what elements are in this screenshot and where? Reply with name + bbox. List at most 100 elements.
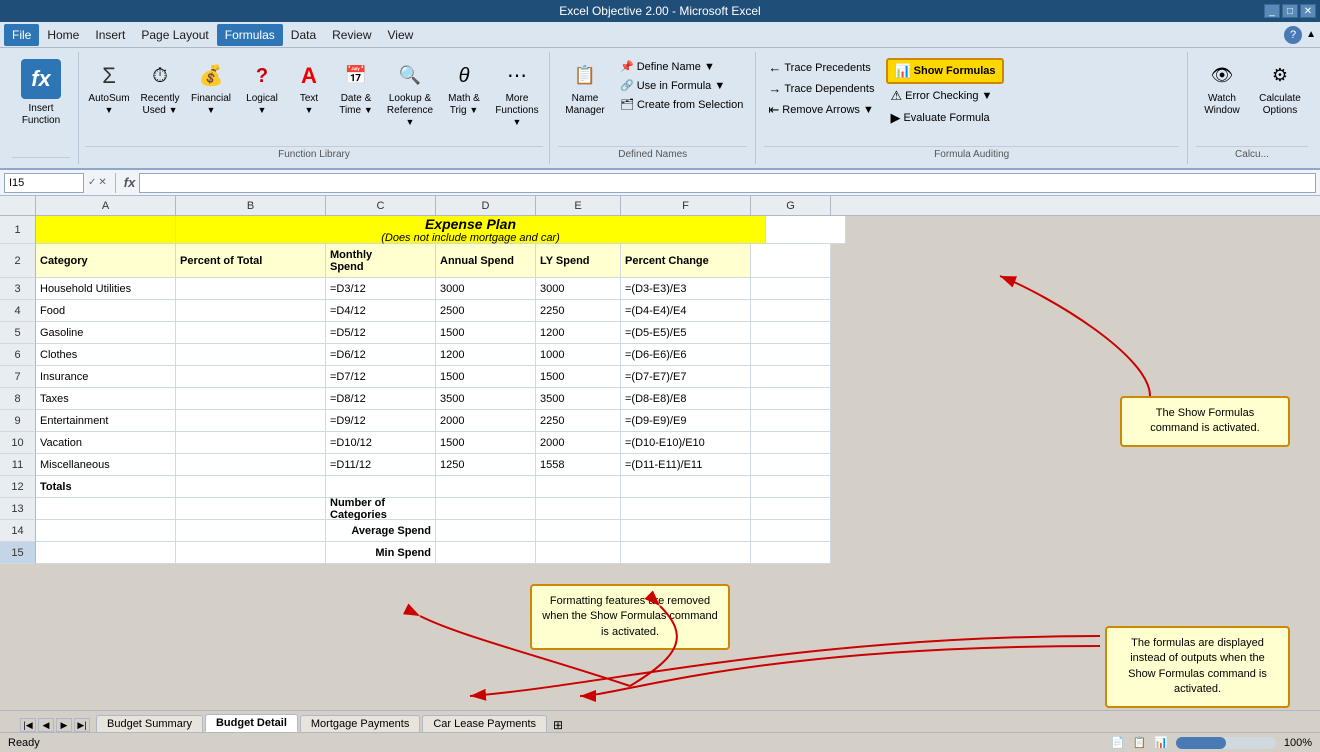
cell-d14[interactable]	[436, 520, 536, 542]
show-formulas-button[interactable]: 📊Show Formulas	[886, 58, 1003, 84]
cell-f12[interactable]	[621, 476, 751, 498]
cell-b3[interactable]	[176, 278, 326, 300]
sheet-tab-budget-summary[interactable]: Budget Summary	[96, 715, 203, 732]
cell-g1[interactable]	[766, 216, 846, 244]
row-header-4[interactable]: 4	[0, 300, 36, 322]
row-header-7[interactable]: 7	[0, 366, 36, 388]
tab-next-button[interactable]: ▶	[56, 718, 72, 732]
cell-c7[interactable]: =D7/12	[326, 366, 436, 388]
cell-g12[interactable]	[751, 476, 831, 498]
remove-arrows-button[interactable]: ⇤Remove Arrows ▼	[764, 100, 878, 120]
cell-e3[interactable]: 3000	[536, 278, 621, 300]
cell-e9[interactable]: 2250	[536, 410, 621, 432]
cell-c14[interactable]: Average Spend	[326, 520, 436, 542]
lookup-reference-button[interactable]: 🔍 Lookup &Reference ▼	[383, 56, 437, 132]
cell-f14[interactable]	[621, 520, 751, 542]
row-header-9[interactable]: 9	[0, 410, 36, 432]
watch-window-button[interactable]: 👁 WatchWindow	[1196, 56, 1248, 120]
cell-f4[interactable]: =(D4-E4)/E4	[621, 300, 751, 322]
date-time-button[interactable]: 📅 Date &Time ▼	[332, 56, 380, 120]
row-header-12[interactable]: 12	[0, 476, 36, 498]
menu-formulas[interactable]: Formulas	[217, 24, 283, 46]
row-header-6[interactable]: 6	[0, 344, 36, 366]
financial-button[interactable]: 💰 Financial▼	[187, 56, 235, 120]
cell-a8[interactable]: Taxes	[36, 388, 176, 410]
cell-c9[interactable]: =D9/12	[326, 410, 436, 432]
cell-c8[interactable]: =D8/12	[326, 388, 436, 410]
menu-home[interactable]: Home	[39, 24, 87, 46]
menu-review[interactable]: Review	[324, 24, 379, 46]
text-button[interactable]: A Text▼	[289, 56, 329, 120]
cell-b15[interactable]	[176, 542, 326, 564]
row-header-15[interactable]: 15	[0, 542, 36, 564]
cell-g9[interactable]	[751, 410, 831, 432]
evaluate-formula-button[interactable]: ▶Evaluate Formula	[886, 108, 1003, 128]
cell-e5[interactable]: 1200	[536, 322, 621, 344]
cell-a12[interactable]: Totals	[36, 476, 176, 498]
insert-sheet-button[interactable]: ⊞	[553, 718, 563, 732]
cell-b6[interactable]	[176, 344, 326, 366]
cell-f6[interactable]: =(D6-E6)/E6	[621, 344, 751, 366]
cell-g15[interactable]	[751, 542, 831, 564]
cell-b9[interactable]	[176, 410, 326, 432]
cell-b12[interactable]	[176, 476, 326, 498]
cell-a5[interactable]: Gasoline	[36, 322, 176, 344]
minimize-ribbon-icon[interactable]: ▲	[1306, 29, 1316, 40]
cell-g8[interactable]	[751, 388, 831, 410]
formula-input[interactable]	[139, 173, 1316, 193]
cell-c10[interactable]: =D10/12	[326, 432, 436, 454]
autosum-button[interactable]: Σ AutoSum▼	[85, 56, 133, 120]
check-icon[interactable]: ✓	[88, 177, 96, 188]
cell-d5[interactable]: 1500	[436, 322, 536, 344]
cell-c15[interactable]: Min Spend	[326, 542, 436, 564]
cell-a1[interactable]	[36, 216, 176, 244]
cell-f2[interactable]: Percent Change	[621, 244, 751, 278]
view-normal-button[interactable]: 📄	[1111, 736, 1125, 749]
cell-b8[interactable]	[176, 388, 326, 410]
create-from-selection-button[interactable]: 🗂Create from Selection	[616, 96, 747, 113]
cell-e15[interactable]	[536, 542, 621, 564]
cell-b1[interactable]: Expense Plan (Does not include mortgage …	[176, 216, 766, 244]
row-header-8[interactable]: 8	[0, 388, 36, 410]
close-button[interactable]: ✕	[1300, 4, 1316, 18]
col-header-c[interactable]: C	[326, 196, 436, 215]
cell-a15[interactable]	[36, 542, 176, 564]
col-header-b[interactable]: B	[176, 196, 326, 215]
cell-c4[interactable]: =D4/12	[326, 300, 436, 322]
cell-g14[interactable]	[751, 520, 831, 542]
cell-g6[interactable]	[751, 344, 831, 366]
sheet-tab-budget-detail[interactable]: Budget Detail	[205, 714, 298, 732]
use-in-formula-button[interactable]: 🔗Use in Formula ▼	[616, 77, 747, 94]
cell-a9[interactable]: Entertainment	[36, 410, 176, 432]
cell-c13[interactable]: Number of Categories	[326, 498, 436, 520]
calculate-options-button[interactable]: ⚙ CalculateOptions	[1252, 56, 1308, 120]
row-header-5[interactable]: 5	[0, 322, 36, 344]
sheet-tab-car-lease[interactable]: Car Lease Payments	[422, 715, 547, 732]
cell-d15[interactable]	[436, 542, 536, 564]
define-name-button[interactable]: 📌Define Name ▼	[616, 58, 747, 75]
help-icon[interactable]: ?	[1284, 26, 1302, 44]
view-page-break-button[interactable]: 📊	[1154, 736, 1168, 749]
cell-g11[interactable]	[751, 454, 831, 476]
zoom-slider[interactable]	[1176, 737, 1276, 749]
col-header-g[interactable]: G	[751, 196, 831, 215]
cell-a14[interactable]	[36, 520, 176, 542]
cell-f11[interactable]: =(D11-E11)/E11	[621, 454, 751, 476]
cell-d2[interactable]: Annual Spend	[436, 244, 536, 278]
maximize-button[interactable]: □	[1282, 4, 1298, 18]
col-header-d[interactable]: D	[436, 196, 536, 215]
cell-g5[interactable]	[751, 322, 831, 344]
cell-e8[interactable]: 3500	[536, 388, 621, 410]
menu-view[interactable]: View	[380, 24, 422, 46]
cell-a3[interactable]: Household Utilities	[36, 278, 176, 300]
cell-f15[interactable]	[621, 542, 751, 564]
cell-b7[interactable]	[176, 366, 326, 388]
trace-dependents-button[interactable]: →Trace Dependents	[764, 79, 878, 98]
cell-d3[interactable]: 3000	[436, 278, 536, 300]
cell-c3[interactable]: =D3/12	[326, 278, 436, 300]
cell-b14[interactable]	[176, 520, 326, 542]
cell-c6[interactable]: =D6/12	[326, 344, 436, 366]
cell-d4[interactable]: 2500	[436, 300, 536, 322]
row-header-1[interactable]: 1	[0, 216, 36, 244]
recently-used-button[interactable]: ⏱ RecentlyUsed ▼	[136, 56, 184, 120]
